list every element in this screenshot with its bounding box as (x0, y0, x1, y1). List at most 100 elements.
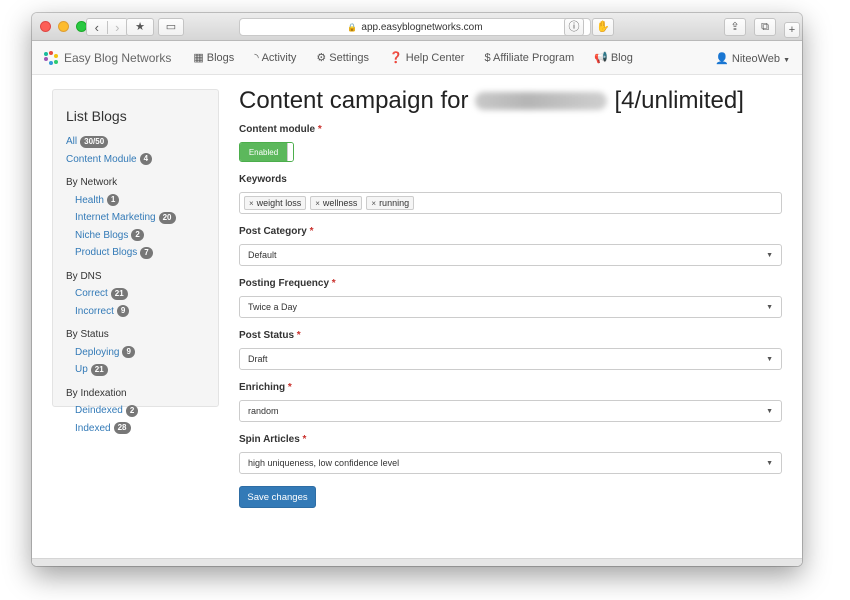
posting-frequency-select[interactable]: Twice a Day ▼ (239, 296, 782, 318)
sidebar-item-label: Incorrect (75, 305, 114, 317)
page-title: Content campaign for [4/unlimited] (239, 87, 782, 115)
forward-icon[interactable]: › (106, 20, 128, 34)
toggle-knob (287, 143, 293, 161)
posting-frequency-group: Posting Frequency * Twice a Day ▼ (239, 278, 782, 318)
caret-down-icon: ▼ (766, 303, 773, 311)
nav-settings[interactable]: ⚙ Settings (316, 51, 370, 65)
sidebar-heading: By Indexation (66, 387, 127, 399)
posting-frequency-label: Posting Frequency * (239, 278, 336, 289)
enriching-select[interactable]: random ▼ (239, 400, 782, 422)
remove-tag-icon[interactable]: × (249, 199, 254, 208)
footer-strip (32, 558, 802, 566)
content-module-label: Content module * (239, 124, 322, 135)
sidebar-item-indexed[interactable]: Indexed 28 (66, 422, 218, 436)
address-url: app.easyblognetworks.com (361, 21, 483, 33)
nav-blog[interactable]: 📢 Blog (594, 51, 633, 65)
spin-articles-select[interactable]: high uniqueness, low confidence level ▼ (239, 452, 782, 474)
nav-activity[interactable]: ◝ Activity (254, 51, 297, 65)
sidebar-heading: By DNS (66, 270, 102, 282)
brand[interactable]: Easy Blog Networks (44, 50, 171, 65)
content-module-toggle[interactable]: Enabled (239, 142, 294, 162)
caret-down-icon: ▼ (766, 355, 773, 363)
page-content: List Blogs All 30/50 Content Module 4 By… (32, 75, 802, 566)
enriching-group: Enriching * random ▼ (239, 382, 782, 422)
sidebar-item-label: Niche Blogs (75, 229, 129, 241)
post-status-label: Post Status * (239, 330, 301, 341)
sidebar-item-niche-blogs[interactable]: Niche Blogs 2 (66, 229, 218, 243)
new-tab-icon[interactable]: + (784, 22, 800, 38)
sidebar-item-label: Internet Marketing (75, 212, 156, 224)
page-title-prefix: Content campaign for (239, 87, 469, 114)
user-menu[interactable]: 👤 NiteoWeb ▼ (715, 52, 790, 65)
select-value: random (248, 406, 279, 416)
nav-affiliate-program[interactable]: $ Affiliate Program (484, 52, 574, 64)
rss-icon: ◝ (254, 52, 259, 64)
count-badge: 30/50 (80, 135, 109, 148)
count-badge: 4 (139, 153, 153, 166)
post-category-select[interactable]: Default ▼ (239, 244, 782, 266)
nav-blog-label: Blog (610, 51, 633, 64)
sidebar-heading-dns: By DNS (66, 270, 218, 284)
sidebar-item-internet-marketing[interactable]: Internet Marketing 20 (66, 211, 218, 225)
info-icon[interactable]: ⓘ (564, 18, 584, 36)
keywords-label: Keywords (239, 174, 287, 185)
minimize-window-button[interactable] (58, 21, 69, 32)
nav-activity-label: Activity (261, 51, 297, 64)
sidebar-title: List Blogs (66, 108, 127, 124)
count-badge: 20 (158, 211, 176, 224)
select-value: Default (248, 250, 277, 260)
page-title-suffix: [4/unlimited] (614, 87, 744, 114)
back-icon[interactable]: ‹ (87, 21, 107, 34)
close-window-button[interactable] (40, 21, 51, 32)
tabs-icon[interactable]: ⧉ (754, 18, 776, 36)
sidebar-toggle-icon[interactable]: ▭ (158, 18, 184, 36)
share-icon[interactable]: ⇪ (724, 18, 746, 36)
sidebar-item-correct[interactable]: Correct 21 (66, 287, 218, 301)
top-navbar: Easy Blog Networks ▦ Blogs ◝ Activity ⚙ … (32, 41, 802, 75)
sidebar-heading: By Network (66, 177, 118, 189)
gear-icon: ⚙ (316, 52, 327, 64)
sidebar-item-up[interactable]: Up 21 (66, 363, 218, 377)
nav-blogs[interactable]: ▦ Blogs (193, 51, 234, 65)
remove-tag-icon[interactable]: × (315, 199, 320, 208)
sidebar-heading-network: By Network (66, 176, 218, 190)
sidebar-item-health[interactable]: Health 1 (66, 194, 218, 208)
count-badge: 9 (122, 346, 135, 359)
caret-down-icon: ▼ (783, 57, 790, 64)
blurred-domain (475, 92, 608, 110)
address-bar[interactable]: 🔒 app.easyblognetworks.com ↻ (239, 18, 591, 36)
sidebar-item-deploying[interactable]: Deploying 9 (66, 346, 218, 360)
save-changes-button[interactable]: Save changes (239, 486, 316, 508)
sidebar-item-label: Deploying (75, 346, 120, 358)
spin-articles-group: Spin Articles * high uniqueness, low con… (239, 434, 782, 474)
sidebar-item-product-blogs[interactable]: Product Blogs 7 (66, 246, 218, 260)
keywords-input[interactable]: × weight loss × wellness × running (239, 192, 782, 214)
sidebar-item-content-module[interactable]: Content Module 4 (66, 153, 218, 167)
sidebar-item-deindexed[interactable]: Deindexed 2 (66, 404, 218, 418)
content-module-group: Content module * Enabled (239, 124, 782, 162)
logo-icon (44, 50, 58, 65)
lock-icon: 🔒 (347, 22, 358, 32)
history-nav: ‹ › (86, 18, 128, 36)
sidebar-item-all[interactable]: All 30/50 (66, 135, 218, 149)
nav-help-center[interactable]: ❓ Help Center (389, 51, 464, 65)
browser-titlebar: ‹ › ★ ▭ 🔒 app.easyblognetworks.com ↻ ⓘ ✋… (32, 13, 802, 41)
main-form: Content campaign for [4/unlimited] Conte… (239, 87, 782, 508)
nav-settings-label: Settings (329, 51, 370, 64)
question-icon: ❓ (389, 52, 403, 64)
sidebar-item-label: Health (75, 194, 104, 206)
sidebar: List Blogs All 30/50 Content Module 4 By… (52, 89, 219, 435)
post-category-label: Post Category * (239, 226, 314, 237)
keyword-tag: × running (366, 196, 415, 210)
bookmarks-icon[interactable]: ★ (126, 18, 154, 36)
extension-icon[interactable]: ✋ (592, 18, 614, 36)
post-status-select[interactable]: Draft ▼ (239, 348, 782, 370)
toggle-on-label: Enabled (240, 143, 287, 161)
keyword-tag: × wellness (310, 196, 363, 210)
sidebar-item-label: Product Blogs (75, 247, 138, 259)
remove-tag-icon[interactable]: × (371, 199, 376, 208)
post-category-group: Post Category * Default ▼ (239, 226, 782, 266)
bullhorn-icon: 📢 (594, 52, 608, 64)
sidebar-item-incorrect[interactable]: Incorrect 9 (66, 305, 218, 319)
grid-icon: ▦ (193, 52, 204, 64)
